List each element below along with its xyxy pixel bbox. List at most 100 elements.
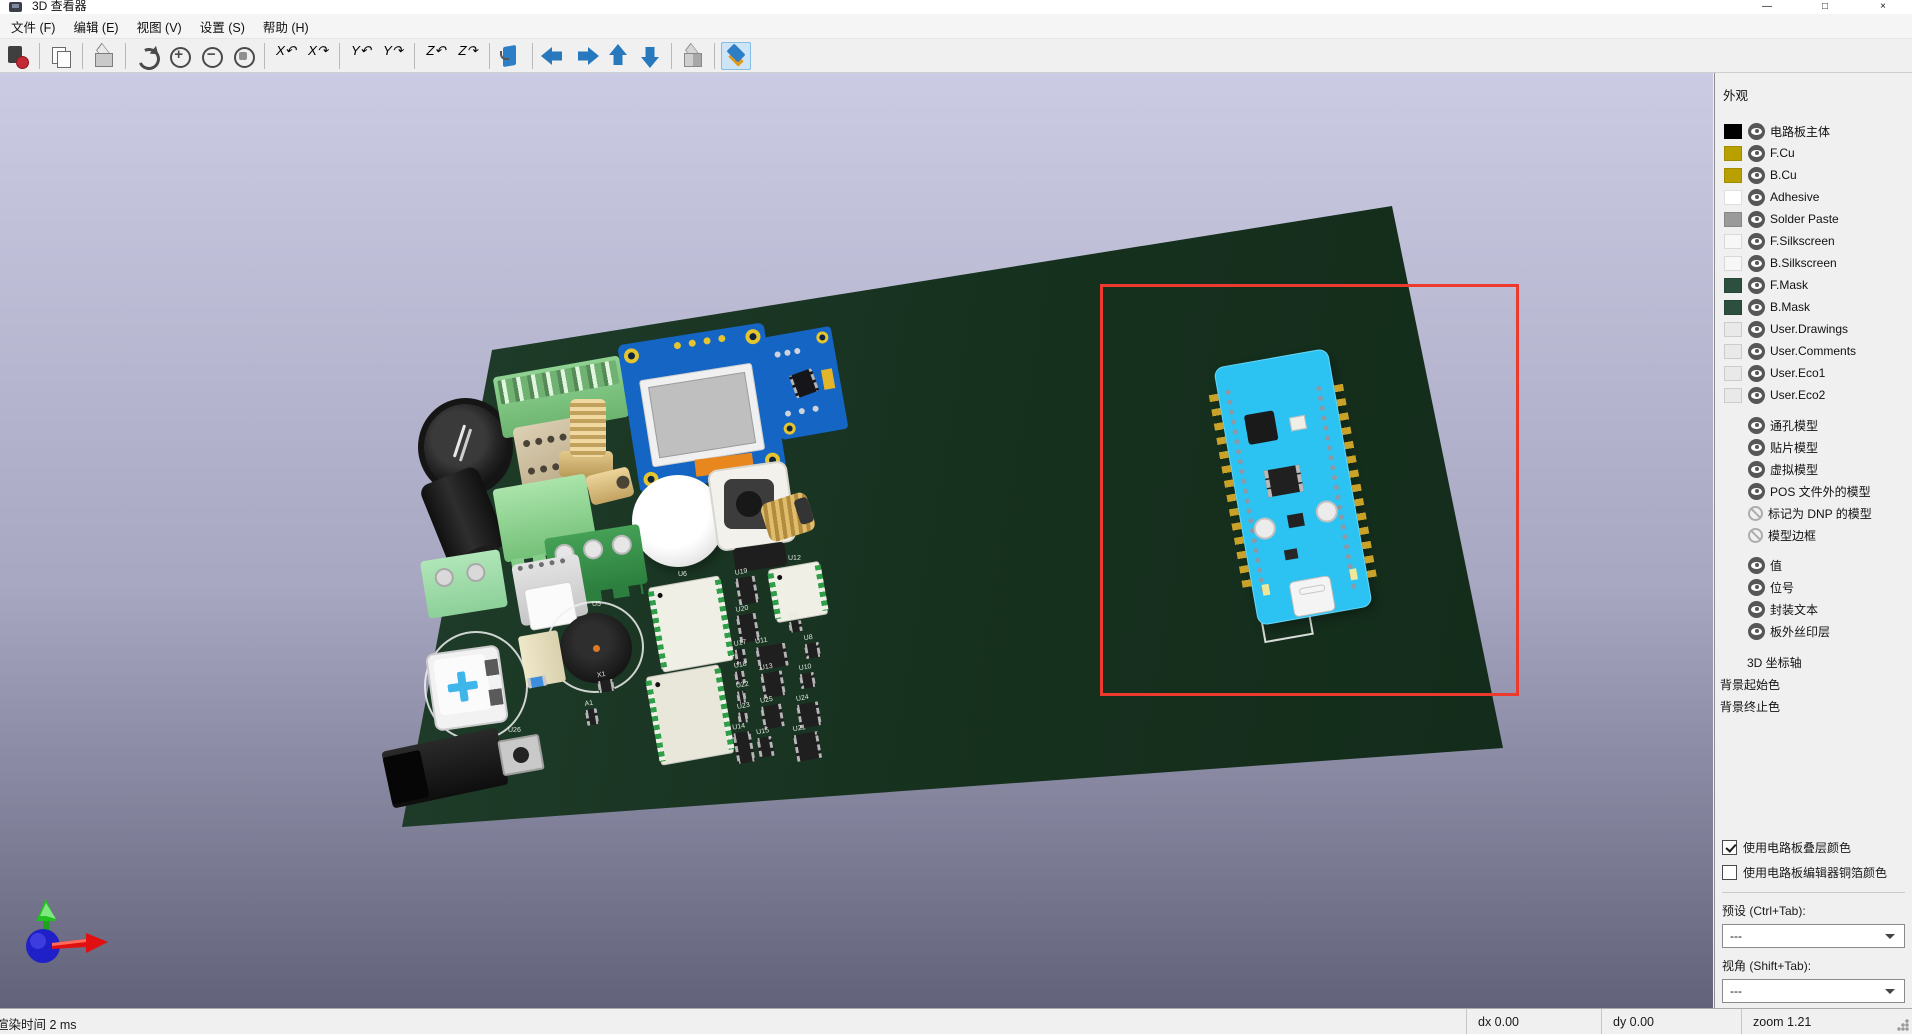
menu-settings[interactable]: 设置 (S) xyxy=(191,14,254,39)
eye-icon[interactable] xyxy=(1748,343,1765,360)
color-swatch[interactable] xyxy=(1724,168,1742,183)
rotate-z-cw-button[interactable] xyxy=(453,42,483,70)
eye-icon[interactable] xyxy=(1748,483,1765,500)
layer-row[interactable]: Adhesive xyxy=(1715,186,1912,208)
copy-image-button[interactable] xyxy=(46,42,76,70)
minimize-button[interactable]: — xyxy=(1738,0,1796,14)
rotate-y-cw-button[interactable] xyxy=(378,42,408,70)
pan-down-button[interactable] xyxy=(635,42,665,70)
viewport-3d[interactable]: U5 U26 U6 U12 U19U20U9U11U17U8U18U13U10U… xyxy=(0,73,1713,1008)
eye-icon[interactable] xyxy=(1748,321,1765,338)
pan-left-button[interactable] xyxy=(539,42,569,70)
eye-icon[interactable] xyxy=(1748,387,1765,404)
zoom-fit-button[interactable] xyxy=(228,42,258,70)
model-row[interactable]: 虚拟模型 xyxy=(1715,458,1912,480)
eye-icon[interactable] xyxy=(1748,233,1765,250)
color-swatch[interactable] xyxy=(1724,256,1742,271)
eye-icon[interactable] xyxy=(1748,123,1765,140)
model-row[interactable]: 贴片模型 xyxy=(1715,436,1912,458)
layer-row[interactable]: User.Comments xyxy=(1715,340,1912,362)
rotate-x-ccw-button[interactable] xyxy=(271,42,301,70)
layer-row[interactable]: F.Silkscreen xyxy=(1715,230,1912,252)
eye-icon[interactable] xyxy=(1748,299,1765,316)
render-options-button[interactable] xyxy=(89,42,119,70)
rotate-z-ccw-button[interactable] xyxy=(421,42,451,70)
eye-icon[interactable] xyxy=(1748,167,1765,184)
slash-icon[interactable] xyxy=(1748,506,1763,521)
reload-board-button[interactable] xyxy=(3,42,33,70)
resize-grip[interactable] xyxy=(1897,1019,1909,1031)
checkbox-row[interactable]: 使用电路板叠层颜色 xyxy=(1722,839,1905,856)
color-swatch[interactable] xyxy=(1724,190,1742,205)
color-swatch[interactable] xyxy=(1724,278,1742,293)
text-row[interactable]: 板外丝印层 xyxy=(1715,620,1912,642)
misc-row[interactable]: 3D 坐标轴 xyxy=(1715,651,1912,673)
close-button[interactable]: × xyxy=(1854,0,1912,14)
eye-icon[interactable] xyxy=(1748,365,1765,382)
layer-row[interactable]: F.Cu xyxy=(1715,142,1912,164)
layer-row[interactable]: User.Eco2 xyxy=(1715,384,1912,406)
eye-icon[interactable] xyxy=(1748,461,1765,478)
zoom-out-button[interactable] xyxy=(196,42,226,70)
toolbar-group xyxy=(414,43,484,69)
pan-up-button[interactable] xyxy=(603,42,633,70)
menu-file[interactable]: 文件 (F) xyxy=(2,14,64,39)
color-swatch[interactable] xyxy=(1724,366,1742,381)
layer-row[interactable]: B.Mask xyxy=(1715,296,1912,318)
color-swatch[interactable] xyxy=(1724,322,1742,337)
eye-icon[interactable] xyxy=(1748,255,1765,272)
flip-board-button[interactable] xyxy=(496,42,526,70)
status-field: zoom 1.21 xyxy=(1741,1009,1811,1034)
pan-right-button[interactable] xyxy=(571,42,601,70)
eye-icon[interactable] xyxy=(1748,579,1765,596)
layer-row[interactable]: B.Silkscreen xyxy=(1715,252,1912,274)
eye-icon[interactable] xyxy=(1748,277,1765,294)
text-row[interactable]: 封装文本 xyxy=(1715,598,1912,620)
redraw-button[interactable] xyxy=(132,42,162,70)
rotate-y-ccw-button[interactable] xyxy=(346,42,376,70)
color-swatch[interactable] xyxy=(1724,212,1742,227)
viewangle-dropdown[interactable]: --- xyxy=(1722,979,1905,1003)
misc-row[interactable]: 背景起始色 xyxy=(1715,673,1912,695)
maximize-button[interactable]: □ xyxy=(1796,0,1854,14)
model-row[interactable]: 标记为 DNP 的模型 xyxy=(1715,502,1912,524)
color-swatch[interactable] xyxy=(1724,388,1742,403)
color-swatch[interactable] xyxy=(1724,344,1742,359)
eye-icon[interactable] xyxy=(1748,145,1765,162)
text-row[interactable]: 位号 xyxy=(1715,576,1912,598)
color-swatch[interactable] xyxy=(1724,146,1742,161)
misc-row[interactable]: 背景终止色 xyxy=(1715,695,1912,717)
preset-dropdown[interactable]: --- xyxy=(1722,924,1905,948)
zoom-in-button[interactable] xyxy=(164,42,194,70)
rotate-x-cw-button[interactable] xyxy=(303,42,333,70)
layer-row[interactable]: B.Cu xyxy=(1715,164,1912,186)
checkbox[interactable] xyxy=(1722,840,1737,855)
checkbox[interactable] xyxy=(1722,865,1737,880)
eye-icon[interactable] xyxy=(1748,601,1765,618)
color-swatch[interactable] xyxy=(1724,300,1742,315)
eye-icon[interactable] xyxy=(1748,557,1765,574)
color-swatch[interactable] xyxy=(1724,124,1742,139)
eye-icon[interactable] xyxy=(1748,417,1765,434)
eye-icon[interactable] xyxy=(1748,439,1765,456)
color-swatch[interactable] xyxy=(1724,234,1742,249)
text-row[interactable]: 值 xyxy=(1715,554,1912,576)
model-row[interactable]: 模型边框 xyxy=(1715,524,1912,546)
menu-help[interactable]: 帮助 (H) xyxy=(254,14,318,39)
menu-edit[interactable]: 编辑 (E) xyxy=(64,14,127,39)
menu-view[interactable]: 视图 (V) xyxy=(128,14,191,39)
layer-row[interactable]: User.Eco1 xyxy=(1715,362,1912,384)
eye-icon[interactable] xyxy=(1748,623,1765,640)
orthographic-button[interactable] xyxy=(678,42,708,70)
slash-icon[interactable] xyxy=(1748,528,1763,543)
model-row[interactable]: POS 文件外的模型 xyxy=(1715,480,1912,502)
raytracing-button[interactable] xyxy=(721,42,751,70)
layer-row[interactable]: Solder Paste xyxy=(1715,208,1912,230)
checkbox-row[interactable]: 使用电路板编辑器铜箔颜色 xyxy=(1722,864,1905,881)
eye-icon[interactable] xyxy=(1748,189,1765,206)
eye-icon[interactable] xyxy=(1748,211,1765,228)
layer-row[interactable]: F.Mask xyxy=(1715,274,1912,296)
model-row[interactable]: 通孔模型 xyxy=(1715,414,1912,436)
layer-row[interactable]: User.Drawings xyxy=(1715,318,1912,340)
layer-row[interactable]: 电路板主体 xyxy=(1715,120,1912,142)
